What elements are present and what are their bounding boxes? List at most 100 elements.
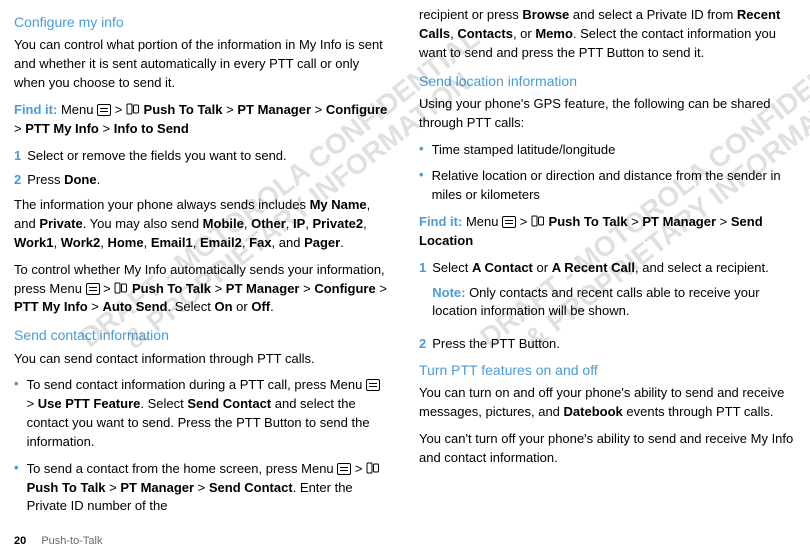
text: , xyxy=(286,216,293,231)
text-bold: Email2 xyxy=(200,235,242,250)
step-1: 1 Select A Contact or A Recent Call, and… xyxy=(419,259,796,330)
text: > xyxy=(311,102,326,117)
text: > xyxy=(351,461,366,476)
left-column: Configure my info You can control what p… xyxy=(14,6,391,524)
note: Note: Only contacts and recent calls abl… xyxy=(432,284,796,322)
text-bold: Push To Talk xyxy=(27,480,106,495)
text: > xyxy=(194,480,209,495)
bullet-list: • To send contact information during a P… xyxy=(14,376,391,516)
ptt-icon xyxy=(126,102,140,116)
heading-configure-my-info: Configure my info xyxy=(14,12,391,32)
text-bold: Done xyxy=(64,172,97,187)
menu-icon xyxy=(502,216,516,228)
text-bold: Push To Talk xyxy=(545,214,628,229)
text-bold: Use PTT Feature xyxy=(38,396,141,411)
text-bold: Off xyxy=(251,299,270,314)
bullet-icon: • xyxy=(14,376,19,451)
text: > xyxy=(223,102,238,117)
text-bold: Push To Talk xyxy=(128,281,211,296)
text: > xyxy=(111,102,126,117)
text-bold: Pager xyxy=(304,235,340,250)
step-number: 2 xyxy=(419,335,426,354)
text: and select a Private ID from xyxy=(569,7,737,22)
text-bold: My Name xyxy=(310,197,367,212)
text-bold: PT Manager xyxy=(226,281,300,296)
text: To send contact information during a PTT… xyxy=(27,377,366,392)
text-bold: Work1 xyxy=(14,235,54,250)
text: Menu xyxy=(61,102,97,117)
paragraph: The information your phone always sends … xyxy=(14,196,391,253)
text: , xyxy=(244,216,251,231)
section-name: Push-to-Talk xyxy=(41,535,102,547)
text-bold: Contacts xyxy=(457,26,513,41)
bullet-list: • Time stamped latitude/longitude • Rela… xyxy=(419,141,796,206)
text-bold: PT Manager xyxy=(642,214,716,229)
bullet-icon: • xyxy=(14,460,19,517)
find-it-label: Find it: xyxy=(419,214,462,229)
text-bold: Private2 xyxy=(313,216,364,231)
paragraph: Using your phone's GPS feature, the foll… xyxy=(419,95,796,133)
text-bold: Configure xyxy=(326,102,387,117)
paragraph: You can control what portion of the info… xyxy=(14,36,391,93)
text: > xyxy=(211,281,226,296)
text: > xyxy=(628,214,643,229)
text-bold: PTT My Info xyxy=(14,299,88,314)
text: > xyxy=(299,281,314,296)
paragraph: You can turn on and off your phone's abi… xyxy=(419,384,796,422)
text: > xyxy=(14,121,25,136)
list-body: To send a contact from the home screen, … xyxy=(27,460,391,517)
text-bold: On xyxy=(214,299,232,314)
text-bold: PTT My Info xyxy=(25,121,99,136)
text: , xyxy=(144,235,151,250)
list-body: To send contact information during a PTT… xyxy=(27,376,391,451)
menu-icon xyxy=(86,283,100,295)
text-bold: IP xyxy=(293,216,305,231)
text: . Select xyxy=(140,396,187,411)
find-it-label: Find it: xyxy=(14,102,57,117)
text: . xyxy=(340,235,344,250)
text-bold: Memo xyxy=(535,26,573,41)
heading-send-location: Send location information xyxy=(419,71,796,91)
page-columns: Configure my info You can control what p… xyxy=(0,0,810,524)
menu-icon xyxy=(337,463,351,475)
text: . Select xyxy=(168,299,215,314)
text: > xyxy=(88,299,103,314)
text: > xyxy=(376,281,387,296)
text: To send a contact from the home screen, … xyxy=(27,461,338,476)
text-bold: Work2 xyxy=(61,235,101,250)
step-1: 1 Select or remove the fields you want t… xyxy=(14,147,391,166)
paragraph: You can send contact information through… xyxy=(14,350,391,369)
find-it-path: Find it: Menu > Push To Talk > PT Manage… xyxy=(419,213,796,251)
text-bold: Private xyxy=(39,216,82,231)
step-number: 2 xyxy=(14,171,21,190)
paragraph-continuation: recipient or press Browse and select a P… xyxy=(419,6,796,63)
text: , or xyxy=(513,26,535,41)
text: Select xyxy=(432,260,472,275)
text-bold: Browse xyxy=(522,7,569,22)
text: , xyxy=(305,216,312,231)
text: The information your phone always sends … xyxy=(14,197,310,212)
text: > xyxy=(99,121,114,136)
ptt-icon xyxy=(366,461,380,475)
text-bold: Send Contact xyxy=(187,396,271,411)
text-bold: Email1 xyxy=(151,235,193,250)
text-bold: Datebook xyxy=(564,404,623,419)
text-bold: Other xyxy=(251,216,286,231)
text-bold: A Contact xyxy=(472,260,533,275)
list-item: • Relative location or direction and dis… xyxy=(419,167,796,205)
text-bold: Push To Talk xyxy=(140,102,223,117)
step-text: Select A Contact or A Recent Call, and s… xyxy=(432,259,796,330)
text: . xyxy=(270,299,274,314)
list-body: Relative location or direction and dista… xyxy=(432,167,796,205)
menu-icon xyxy=(366,379,380,391)
text-bold: Info to Send xyxy=(114,121,189,136)
text: > xyxy=(716,214,731,229)
step-number: 1 xyxy=(14,147,21,166)
text: . xyxy=(97,172,101,187)
text: > xyxy=(27,396,38,411)
text-bold: PT Manager xyxy=(237,102,311,117)
text-bold: Auto Send xyxy=(103,299,168,314)
menu-icon xyxy=(97,104,111,116)
paragraph: You can't turn off your phone's ability … xyxy=(419,430,796,468)
paragraph: To control whether My Info automatically… xyxy=(14,261,391,318)
